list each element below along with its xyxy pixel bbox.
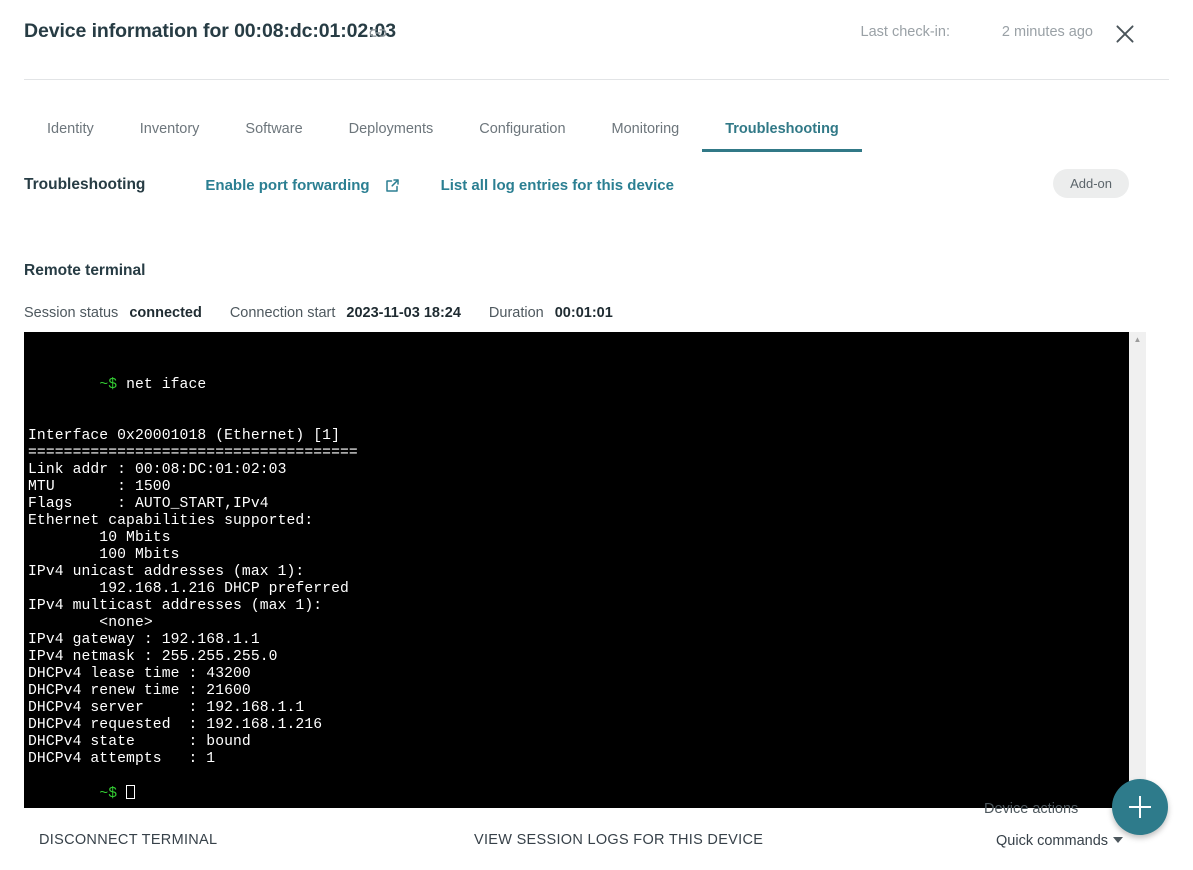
- chevron-up-icon[interactable]: ▲: [1129, 332, 1146, 347]
- terminal-line: Interface 0x20001018 (Ethernet) [1]: [28, 428, 340, 444]
- external-link-icon: [384, 177, 401, 194]
- disconnect-terminal-button[interactable]: DISCONNECT TERMINAL: [39, 832, 217, 848]
- tab-troubleshooting[interactable]: Troubleshooting: [702, 105, 862, 152]
- session-status-row: Session status connected Connection star…: [24, 305, 613, 321]
- last-checkin-label: Last check-in:: [860, 24, 950, 40]
- connection-start-value: 2023-11-03 18:24: [346, 305, 461, 321]
- terminal-line: 100 Mbits: [28, 547, 180, 563]
- terminal-line: Ethernet capabilities supported:: [28, 513, 314, 529]
- terminal-line: Link addr : 00:08:DC:01:02:03: [28, 462, 287, 478]
- caret-down-icon[interactable]: [1113, 837, 1123, 843]
- panel-header: Device information for 00:08:dc:01:02:03…: [0, 0, 1193, 80]
- tab-configuration[interactable]: Configuration: [456, 105, 588, 152]
- troubleshooting-action-row: Troubleshooting Enable port forwarding L…: [24, 172, 674, 198]
- terminal-line: DHCPv4 state : bound: [28, 734, 251, 750]
- device-information-panel: Device information for 00:08:dc:01:02:03…: [0, 0, 1193, 870]
- page-title: Device information for 00:08:dc:01:02:03: [24, 20, 397, 42]
- terminal-final-prompt: ~$: [99, 786, 118, 802]
- terminal-line: DHCPv4 lease time : 43200: [28, 666, 251, 682]
- remote-terminal-title: Remote terminal: [24, 262, 146, 279]
- terminal-command: net iface: [126, 377, 207, 393]
- terminal-output[interactable]: ~$ net iface Interface 0x20001018 (Ether…: [24, 332, 1129, 808]
- tab-inventory[interactable]: Inventory: [117, 105, 223, 152]
- section-title: Troubleshooting: [24, 176, 146, 193]
- list-log-entries-link[interactable]: List all log entries for this device: [441, 177, 674, 194]
- terminal-line: <none>: [28, 615, 153, 631]
- enable-port-forwarding-label: Enable port forwarding: [205, 176, 370, 194]
- terminal-prompt: ~$: [99, 377, 118, 393]
- tab-identity[interactable]: Identity: [24, 105, 117, 152]
- terminal-line: DHCPv4 server : 192.168.1.1: [28, 700, 305, 716]
- connection-start-label: Connection start: [229, 305, 336, 321]
- terminal-line: IPv4 unicast addresses (max 1):: [28, 564, 305, 580]
- terminal-line: IPv4 multicast addresses (max 1):: [28, 598, 323, 614]
- terminal-line: MTU : 1500: [28, 479, 171, 495]
- add-fab-button[interactable]: [1112, 779, 1168, 835]
- duration-label: Duration: [488, 305, 544, 321]
- session-status-label: Session status: [24, 305, 119, 321]
- terminal-line: IPv4 netmask : 255.255.255.0: [28, 649, 278, 665]
- terminal-output-lines: Interface 0x20001018 (Ethernet) [1] =====…: [28, 411, 1129, 768]
- terminal-line: DHCPv4 requested : 192.168.1.216: [28, 717, 323, 733]
- last-checkin-value: 2 minutes ago: [1001, 24, 1093, 40]
- tab-bar: Identity Inventory Software Deployments …: [24, 105, 862, 152]
- link-icon[interactable]: [368, 24, 388, 42]
- session-status-value: connected: [129, 305, 202, 321]
- tab-software[interactable]: Software: [222, 105, 325, 152]
- quick-commands-dropdown[interactable]: Quick commands: [996, 833, 1108, 849]
- terminal-line: 10 Mbits: [28, 530, 171, 546]
- terminal-line: DHCPv4 renew time : 21600: [28, 683, 251, 699]
- terminal-line: DHCPv4 attempts : 1: [28, 751, 216, 767]
- close-icon[interactable]: [1111, 20, 1139, 48]
- view-session-logs-button[interactable]: VIEW SESSION LOGS FOR THIS DEVICE: [474, 832, 763, 848]
- addon-badge: Add-on: [1053, 169, 1129, 198]
- device-actions-label: Device actions: [984, 801, 1079, 817]
- duration-value: 00:01:01: [554, 305, 613, 321]
- terminal-command-line: ~$ net iface: [28, 360, 1129, 411]
- header-divider: [24, 79, 1169, 80]
- terminal-line: =====================================: [28, 445, 358, 461]
- terminal-line: IPv4 gateway : 192.168.1.1: [28, 632, 260, 648]
- terminal-scrollbar[interactable]: ▲: [1129, 332, 1146, 808]
- terminal-line: Flags : AUTO_START,IPv4: [28, 496, 269, 512]
- terminal-cursor: [126, 785, 136, 799]
- tab-deployments[interactable]: Deployments: [326, 105, 457, 152]
- terminal-final-prompt-line: ~$: [28, 768, 1129, 808]
- terminal-line: 192.168.1.216 DHCP preferred: [28, 581, 349, 597]
- remote-terminal[interactable]: ~$ net iface Interface 0x20001018 (Ether…: [24, 332, 1146, 808]
- enable-port-forwarding-link[interactable]: Enable port forwarding: [205, 177, 400, 194]
- tab-monitoring[interactable]: Monitoring: [589, 105, 703, 152]
- plus-icon: [1129, 796, 1151, 818]
